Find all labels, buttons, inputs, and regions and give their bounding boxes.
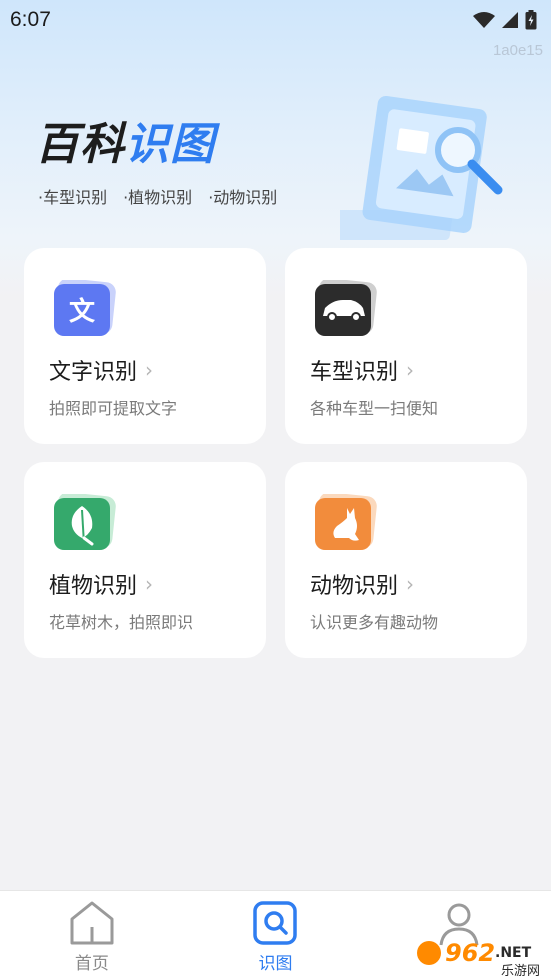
chevron-right-icon: › — [145, 358, 154, 382]
watermark-subtitle: 乐游网 — [501, 964, 540, 979]
watermark-number: 962 — [445, 939, 495, 967]
card-description: 花草树木，拍照即识 — [49, 613, 194, 632]
status-time: 6:07 — [10, 8, 51, 31]
tab-scan-label: 识图 — [258, 954, 293, 974]
battery-icon — [525, 10, 537, 30]
text-glyph: 文 — [69, 296, 96, 327]
signal-icon — [502, 12, 518, 28]
build-id: 1a0e15 — [492, 42, 543, 59]
chevron-right-icon: › — [406, 358, 415, 382]
card-description: 拍照即可提取文字 — [49, 399, 178, 418]
card-plant-recognition[interactable]: 植物识别 › 花草树木，拍照即识 — [24, 462, 266, 658]
watermark-suffix: .NET — [495, 945, 532, 961]
tab-home[interactable]: 首页 — [32, 891, 152, 974]
app-brand-title: 百科识图 — [35, 108, 215, 172]
brand-part-1: 百科 — [35, 119, 125, 170]
text-recognition-icon: 文 — [54, 280, 116, 336]
system-icons — [473, 10, 537, 30]
card-car-recognition[interactable]: 车型识别 › 各种车型一扫便知 — [285, 248, 527, 444]
site-watermark-logo: 962 .NET 乐游网 — [417, 939, 540, 979]
leaf-icon — [54, 494, 116, 550]
tab-scan[interactable]: 识图 — [215, 891, 335, 974]
card-text-recognition[interactable]: 文 文字识别 › 拍照即可提取文字 — [24, 248, 266, 444]
chevron-right-icon: › — [145, 572, 154, 596]
wifi-icon — [473, 12, 495, 28]
status-bar: 6:07 — [0, 0, 551, 40]
card-description: 认识更多有趣动物 — [310, 613, 439, 632]
card-title: 车型识别 › — [310, 354, 414, 386]
card-title-text: 车型识别 — [310, 360, 399, 385]
tag-plant: ·植物识别 — [123, 188, 193, 207]
card-title-text: 动物识别 — [310, 574, 399, 599]
scan-icon — [253, 901, 298, 945]
card-title: 文字识别 › — [49, 354, 153, 386]
car-icon — [315, 280, 377, 336]
card-title-text: 植物识别 — [49, 574, 138, 599]
image-search-illustration-icon — [340, 95, 503, 240]
tag-car: ·车型识别 — [38, 188, 108, 207]
feature-tags: ·车型识别 ·植物识别 ·动物识别 — [38, 184, 277, 208]
card-title-text: 文字识别 — [49, 360, 138, 385]
card-description: 各种车型一扫便知 — [310, 399, 439, 418]
card-animal-recognition[interactable]: 动物识别 › 认识更多有趣动物 — [285, 462, 527, 658]
chevron-right-icon: › — [406, 572, 415, 596]
home-icon — [70, 901, 114, 945]
card-title: 动物识别 › — [310, 568, 414, 600]
card-title: 植物识别 › — [49, 568, 153, 600]
brand-part-2: 识图 — [125, 119, 215, 170]
tab-home-label: 首页 — [74, 954, 109, 974]
cat-icon — [315, 494, 377, 550]
tag-animal: ·动物识别 — [208, 188, 278, 207]
